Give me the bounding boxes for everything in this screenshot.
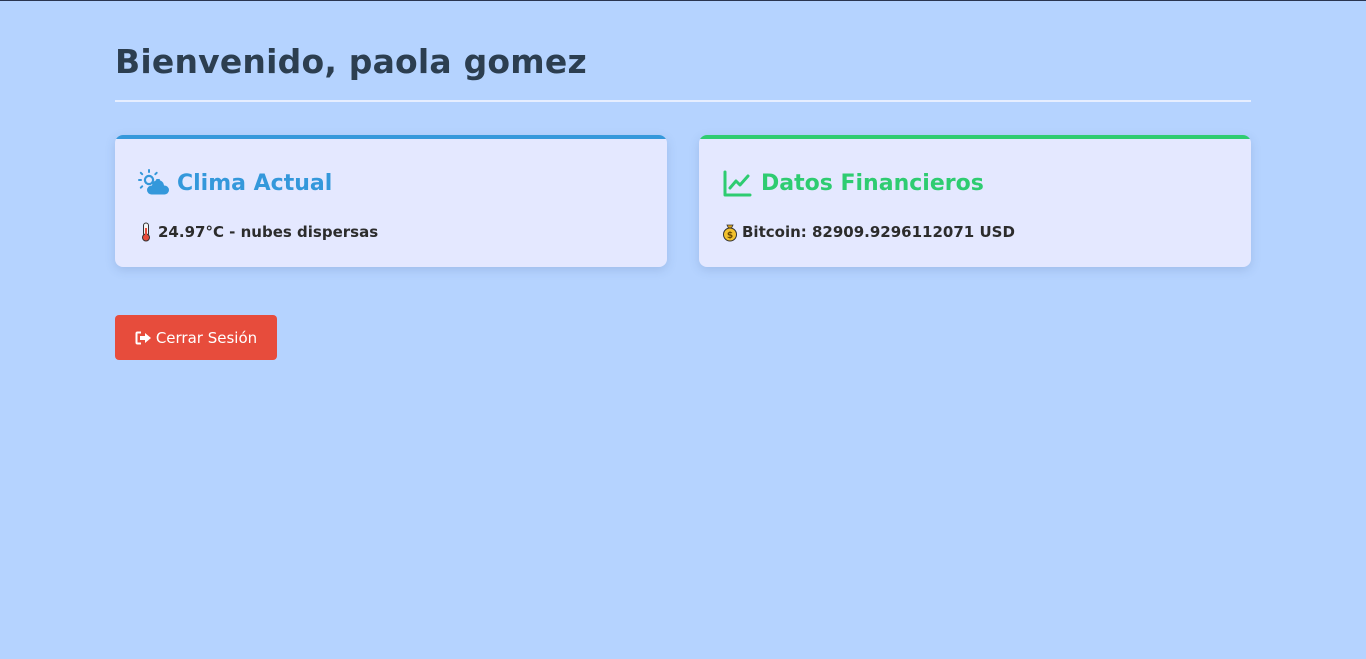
weather-card-header: Clima Actual [138, 169, 332, 199]
svg-text:$: $ [727, 231, 733, 241]
money-bag-icon: $ [722, 222, 738, 242]
weather-info: 24.97°C - nubes dispersas [138, 221, 378, 243]
thermometer-icon [138, 222, 154, 242]
logout-button-label: Cerrar Sesión [155, 328, 258, 347]
weather-card: Clima Actual 24.97°C - nubes dispersas [115, 135, 667, 267]
finance-info: $ Bitcoin: 82909.9296112071 USD [722, 221, 1015, 243]
page-title: Bienvenido, paola gomez [115, 42, 587, 81]
sign-out-icon [135, 331, 152, 345]
dashboard-container: Bienvenido, paola gomez Clima Actual 24.… [115, 0, 1251, 360]
logout-button[interactable]: Cerrar Sesión [115, 315, 277, 360]
cloud-sun-icon [138, 169, 170, 199]
finance-card-header: Datos Financieros [722, 169, 984, 199]
finance-text: Bitcoin: 82909.9296112071 USD [742, 223, 1015, 241]
finance-card-accent-bar [699, 135, 1251, 139]
weather-card-title: Clima Actual [177, 171, 333, 196]
cards-row: Clima Actual 24.97°C - nubes dispersas D… [115, 135, 1251, 267]
weather-text: 24.97°C - nubes dispersas [158, 223, 379, 241]
weather-card-accent-bar [115, 135, 667, 139]
title-divider [115, 100, 1251, 102]
finance-card: Datos Financieros $ Bitcoin: 82909.92961… [699, 135, 1251, 267]
chart-line-icon [722, 169, 754, 199]
finance-card-title: Datos Financieros [761, 171, 984, 196]
